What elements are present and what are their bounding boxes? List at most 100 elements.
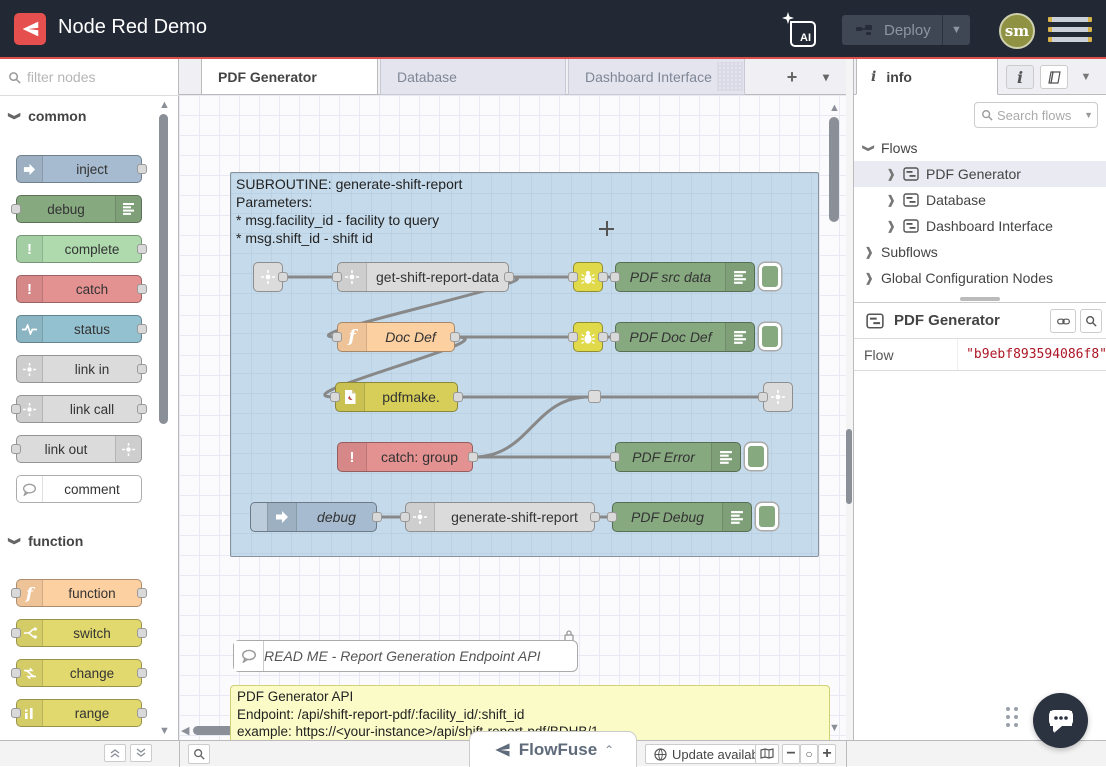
output-port[interactable]: [137, 364, 147, 374]
tab-database[interactable]: Database: [380, 59, 566, 95]
output-port[interactable]: [137, 244, 147, 254]
input-port[interactable]: [610, 272, 620, 282]
zoom-out-button[interactable]: −: [782, 744, 800, 764]
debug-toggle-button[interactable]: [756, 503, 778, 530]
tree-item-subflows[interactable]: ❱ Subflows: [854, 239, 1106, 265]
palette-node-status[interactable]: status: [16, 315, 142, 343]
add-flow-button[interactable]: +: [779, 65, 805, 89]
flow-node-trace-2[interactable]: [573, 322, 603, 352]
palette-node-inject[interactable]: inject: [16, 155, 142, 183]
output-port[interactable]: [137, 404, 147, 414]
input-port[interactable]: [11, 444, 21, 454]
flow-node-pdf-src-data[interactable]: PDF src data: [615, 262, 755, 292]
output-port[interactable]: [598, 272, 608, 282]
flow-node-link-in[interactable]: [253, 262, 283, 292]
collapse-all-button[interactable]: [104, 744, 126, 762]
flowfuse-panel-toggle[interactable]: FlowFuse ⌃: [469, 731, 637, 767]
output-port[interactable]: [137, 668, 147, 678]
tree-item-database[interactable]: ❱ Database: [854, 187, 1106, 213]
deploy-options-caret[interactable]: ▼: [942, 15, 970, 45]
sidebar-options-caret[interactable]: ▼: [1076, 65, 1096, 89]
flow-node-catch-group[interactable]: ! catch: group: [337, 442, 473, 472]
input-port[interactable]: [610, 332, 620, 342]
splitter-scrollbar[interactable]: [846, 429, 852, 504]
input-port[interactable]: [11, 204, 21, 214]
palette-scroll-down-arrow[interactable]: ▼: [159, 726, 170, 736]
palette-node-complete[interactable]: ! complete: [16, 235, 142, 263]
tree-item-flows[interactable]: ❱ Flows: [854, 135, 1106, 161]
canvas-vertical-scrollbar[interactable]: [829, 117, 839, 222]
input-port[interactable]: [330, 392, 340, 402]
tree-item-dashboard-interface[interactable]: ❱ Dashboard Interface: [854, 213, 1106, 239]
ai-assistant-button[interactable]: AI: [782, 12, 820, 48]
copy-link-button[interactable]: [1050, 309, 1076, 333]
output-port[interactable]: [590, 512, 600, 522]
output-port[interactable]: [453, 392, 463, 402]
input-port[interactable]: [332, 272, 342, 282]
output-port[interactable]: [450, 332, 460, 342]
flow-canvas[interactable]: SUBROUTINE: generate-shift-report Parame…: [179, 95, 846, 740]
canvas-scroll-down-arrow[interactable]: ▼: [829, 723, 840, 733]
input-port[interactable]: [607, 512, 617, 522]
input-port[interactable]: [11, 708, 21, 718]
tab-info[interactable]: i info: [856, 59, 998, 95]
palette-filter[interactable]: filter nodes: [0, 59, 179, 96]
palette-node-range[interactable]: range: [16, 699, 142, 727]
search-node-button[interactable]: [1080, 309, 1102, 333]
input-port[interactable]: [400, 512, 410, 522]
output-port[interactable]: [137, 164, 147, 174]
output-port[interactable]: [504, 272, 514, 282]
output-port[interactable]: [137, 708, 147, 718]
palette-node-switch[interactable]: switch: [16, 619, 142, 647]
deploy-button[interactable]: Deploy ▼: [842, 15, 970, 45]
input-port[interactable]: [758, 392, 768, 402]
input-port[interactable]: [11, 668, 21, 678]
flow-node-inject-debug[interactable]: debug: [250, 502, 377, 532]
flow-node-pdf-error[interactable]: PDF Error: [615, 442, 741, 472]
debug-toggle-button[interactable]: [745, 443, 767, 470]
output-port[interactable]: [598, 332, 608, 342]
canvas-search-button[interactable]: [188, 744, 210, 764]
input-port[interactable]: [11, 628, 21, 638]
debug-toggle-button[interactable]: [759, 263, 781, 290]
input-port[interactable]: [332, 332, 342, 342]
zoom-in-button[interactable]: +: [818, 744, 836, 764]
sidebar-section-splitter[interactable]: [854, 295, 1106, 303]
zoom-reset-button[interactable]: ○: [800, 744, 818, 764]
palette-scroll-area[interactable]: ❱ common inject debug ! complete ! catch: [0, 96, 179, 740]
palette-category-common[interactable]: ❱ common: [10, 108, 86, 124]
minimap-button[interactable]: [755, 744, 779, 764]
output-port[interactable]: [278, 272, 288, 282]
input-port[interactable]: [11, 588, 21, 598]
palette-node-link-in[interactable]: link in: [16, 355, 142, 383]
flow-node-trace-1[interactable]: [573, 262, 603, 292]
palette-node-link-out[interactable]: link out: [16, 435, 142, 463]
inject-button[interactable]: [251, 503, 268, 531]
palette-node-link-call[interactable]: link call: [16, 395, 142, 423]
search-flows-input[interactable]: Search flows ▼: [974, 102, 1098, 128]
input-port[interactable]: [568, 332, 578, 342]
widget-drag-handle[interactable]: [1006, 707, 1020, 733]
output-port[interactable]: [137, 588, 147, 598]
flow-node-link-out[interactable]: [763, 382, 793, 412]
tab-dashboard-interface[interactable]: Dashboard Interface: [568, 59, 745, 95]
sidebar-splitter[interactable]: [846, 59, 853, 740]
canvas-scroll-left-arrow[interactable]: ◀: [181, 726, 189, 736]
palette-node-catch[interactable]: ! catch: [16, 275, 142, 303]
output-port[interactable]: [137, 324, 147, 334]
palette-category-function[interactable]: ❱ function: [10, 533, 83, 549]
user-avatar[interactable]: sm: [999, 13, 1035, 49]
expand-all-button[interactable]: [130, 744, 152, 762]
palette-scroll-up-arrow[interactable]: ▲: [159, 100, 170, 110]
flow-node-get-shift-report-data[interactable]: get-shift-report-data: [337, 262, 509, 292]
palette-node-comment[interactable]: comment: [16, 475, 142, 503]
canvas-scroll-up-arrow[interactable]: ▲: [829, 103, 840, 113]
wire-junction[interactable]: [588, 390, 601, 403]
flow-node-doc-def[interactable]: f Doc Def: [337, 322, 455, 352]
palette-scrollbar[interactable]: [159, 114, 168, 424]
main-menu-button[interactable]: [1048, 17, 1092, 43]
help-book-button[interactable]: [1040, 65, 1068, 89]
flow-node-pdfmake[interactable]: pdfmake.: [335, 382, 458, 412]
output-port[interactable]: [137, 284, 147, 294]
input-port[interactable]: [11, 404, 21, 414]
